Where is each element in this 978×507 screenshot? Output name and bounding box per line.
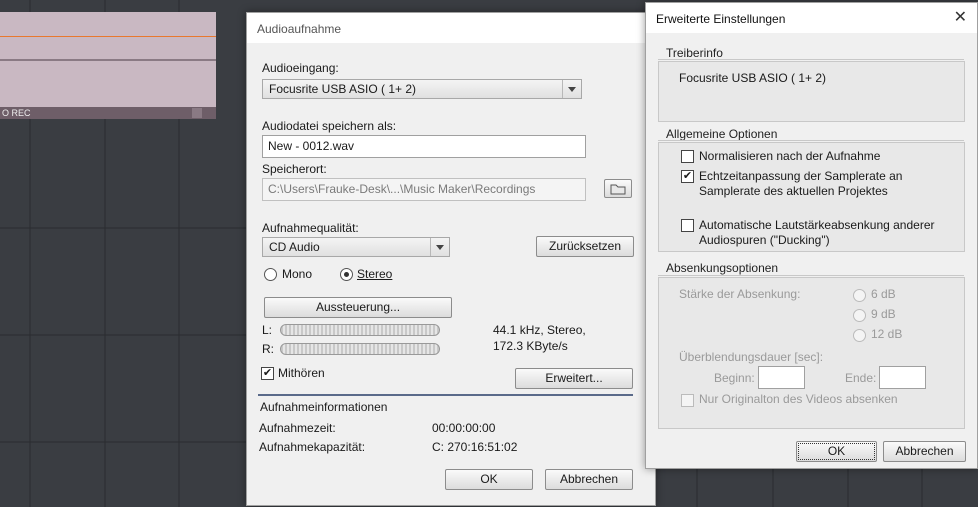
checkmark-icon: ✔ (682, 170, 693, 182)
stereo-radio[interactable] (340, 268, 353, 281)
samplerate-checkbox[interactable]: ✔ (681, 170, 694, 183)
general-divider (658, 140, 964, 141)
lowering-header: Absenkungsoptionen (666, 261, 779, 275)
titlebar: Erweiterte Einstellungen ✕ (646, 3, 977, 33)
normalize-label: Normalisieren nach der Aufnahme (699, 149, 881, 163)
level-button[interactable]: Aussteuerung... (264, 297, 452, 318)
clip-label: O REC (2, 108, 31, 118)
info-header: Aufnahmeinformationen (260, 400, 388, 414)
ducking-label-1: Automatische Lautstärkeabsenkung anderer (699, 218, 935, 232)
level-meter-left (280, 324, 440, 336)
monitor-checkbox[interactable]: ✔ (261, 367, 274, 380)
dialog-title: Audioaufnahme (257, 22, 342, 36)
format-line-1: 44.1 kHz, Stereo, (493, 323, 586, 337)
reset-button[interactable]: Zurücksetzen (536, 236, 634, 257)
audio-clip[interactable]: O REC (0, 12, 216, 119)
level-meter-right (280, 343, 440, 355)
quality-label: Aufnahmequalität: (262, 221, 359, 235)
audio-input-select[interactable]: Focusrite USB ASIO ( 1+ 2) (262, 79, 582, 99)
end-input[interactable] (879, 366, 926, 389)
titlebar: Audioaufnahme (247, 13, 655, 43)
begin-label: Beginn: (714, 371, 755, 385)
clip-menu-icon[interactable] (192, 108, 202, 118)
capacity-label: Aufnahmekapazität: (259, 440, 366, 454)
dialog-title: Erweiterte Einstellungen (656, 12, 786, 26)
checkmark-icon: ✔ (262, 367, 273, 379)
location-label: Speicherort: (262, 162, 327, 176)
meter-right-label: R: (262, 342, 274, 356)
clip-volume-line (0, 36, 216, 37)
driver-value: Focusrite USB ASIO ( 1+ 2) (679, 71, 827, 85)
strength-9db-label: 9 dB (871, 307, 896, 321)
ducking-checkbox[interactable] (681, 219, 694, 232)
meter-left-label: L: (262, 323, 273, 337)
strength-9db-radio[interactable] (853, 309, 866, 322)
strength-label: Stärke der Absenkung: (679, 287, 801, 301)
samplerate-label-2: Samplerate des aktuellen Projektes (699, 184, 888, 198)
audio-input-label: Audioeingang: (262, 61, 339, 75)
location-value: C:\Users\Frauke-Desk\...\Music Maker\Rec… (268, 182, 536, 196)
ducking-label-2: Audiospuren ("Ducking") (699, 233, 830, 247)
lowering-group: Stärke der Absenkung: 6 dB 9 dB 12 dB Üb… (658, 277, 965, 429)
audio-recording-dialog: Audioaufnahme Audioeingang: Focusrite US… (246, 12, 656, 506)
general-group: Normalisieren nach der Aufnahme ✔ Echtze… (658, 142, 965, 252)
browse-folder-button[interactable] (604, 179, 632, 198)
end-label: Ende: (845, 371, 877, 385)
quality-value: CD Audio (269, 240, 320, 254)
video-checkbox[interactable] (681, 394, 694, 407)
save-as-label: Audiodatei speichern als: (262, 119, 397, 133)
ok-button[interactable]: OK (796, 441, 877, 462)
capacity-value: C: 270:16:51:02 (432, 440, 518, 454)
stereo-label: Stereo (357, 267, 393, 281)
mono-label: Mono (282, 267, 313, 281)
strength-6db-radio[interactable] (853, 289, 866, 302)
cancel-button[interactable]: Abbrechen (545, 469, 633, 490)
samplerate-label-1: Echtzeitanpassung der Samplerate an (699, 169, 903, 183)
begin-input[interactable] (758, 366, 805, 389)
strength-6db-label: 6 dB (871, 287, 896, 301)
driver-divider (658, 59, 964, 60)
clip-footer: O REC (0, 107, 216, 119)
video-label: Nur Originalton des Videos absenken (699, 392, 898, 406)
close-icon[interactable]: ✕ (954, 7, 967, 27)
format-line-2: 172.3 KByte/s (493, 339, 568, 353)
clip-waveform (0, 59, 216, 61)
folder-icon (610, 184, 626, 195)
chevron-down-icon[interactable] (430, 238, 449, 256)
rec-time-label: Aufnahmezeit: (259, 421, 336, 435)
driver-header: Treiberinfo (666, 46, 723, 60)
advanced-settings-dialog: Erweiterte Einstellungen ✕ Treiberinfo F… (645, 2, 978, 469)
lowering-divider (658, 275, 964, 276)
driver-group: Focusrite USB ASIO ( 1+ 2) (658, 61, 965, 122)
fade-label: Überblendungsdauer [sec]: (679, 350, 824, 364)
strength-12db-label: 12 dB (871, 327, 903, 341)
chevron-down-icon[interactable] (562, 80, 581, 98)
strength-12db-radio[interactable] (853, 329, 866, 342)
audio-input-value: Focusrite USB ASIO ( 1+ 2) (269, 82, 417, 96)
location-input[interactable]: C:\Users\Frauke-Desk\...\Music Maker\Rec… (262, 178, 586, 201)
ok-button[interactable]: OK (445, 469, 533, 490)
info-divider (258, 394, 633, 396)
cancel-button[interactable]: Abbrechen (883, 441, 966, 462)
monitor-label: Mithören (278, 366, 325, 380)
normalize-checkbox[interactable] (681, 150, 694, 163)
save-as-value: New - 0012.wav (268, 139, 355, 153)
quality-select[interactable]: CD Audio (262, 237, 450, 257)
save-as-input[interactable]: New - 0012.wav (262, 135, 586, 158)
advanced-button[interactable]: Erweitert... (515, 368, 633, 389)
rec-time-value: 00:00:00:00 (432, 421, 496, 435)
general-header: Allgemeine Optionen (666, 127, 778, 141)
mono-radio[interactable] (264, 268, 277, 281)
